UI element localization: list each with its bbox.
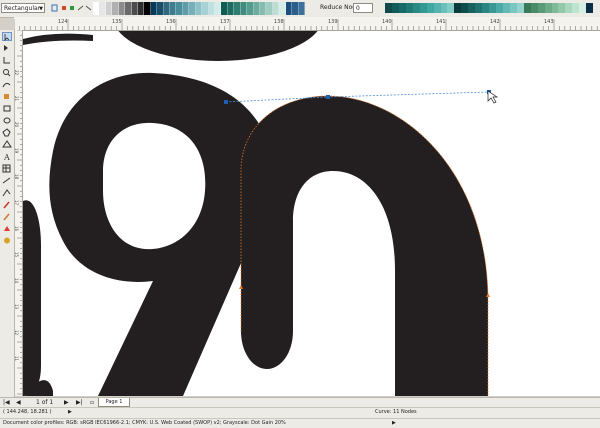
artwork[interactable] [23, 31, 600, 396]
shape-mode-select[interactable]: Rectangular ▼ [1, 3, 45, 13]
color-swatch[interactable] [502, 3, 510, 13]
rectangle-selection-icon[interactable] [50, 3, 59, 13]
color-swatch[interactable] [405, 3, 413, 13]
color-swatch[interactable] [391, 3, 399, 13]
outline-tool-icon[interactable] [2, 212, 12, 221]
ruler-tick-label: 124 [58, 19, 68, 25]
drawing-canvas[interactable] [23, 31, 600, 396]
color-swatch[interactable] [489, 3, 496, 13]
shape-tool-icon[interactable] [2, 44, 12, 53]
toolbox: A [0, 30, 15, 406]
eyedropper-tool-icon[interactable] [2, 200, 12, 209]
glyph-right-arch[interactable] [241, 96, 488, 396]
zoom-tool-icon[interactable] [2, 68, 12, 77]
connector-tool-icon[interactable] [2, 188, 12, 197]
color-swatch[interactable] [523, 3, 531, 13]
ruler-tick-label: 140 [382, 19, 392, 25]
break-curve-icon[interactable] [84, 3, 93, 13]
color-swatch[interactable] [426, 3, 434, 13]
color-swatch[interactable] [496, 3, 503, 13]
color-swatch[interactable] [454, 3, 462, 13]
property-bar: Rectangular ▼ Reduce Nodes 0 [0, 0, 600, 18]
color-palette-strip-secondary[interactable] [385, 3, 594, 13]
chevron-down-icon[interactable]: ▼ [39, 4, 43, 14]
pick-tool-icon[interactable] [2, 32, 12, 41]
color-swatch[interactable] [544, 3, 552, 13]
next-page-button[interactable]: ▶ [64, 399, 69, 406]
color-swatch[interactable] [412, 3, 420, 13]
ruler-tick-label: 141 [436, 19, 446, 25]
curve-info: Curve: 11 Nodes [375, 409, 417, 415]
ruler-tick-label: 143 [544, 19, 554, 25]
color-swatch[interactable] [475, 3, 483, 13]
color-swatch[interactable] [530, 3, 538, 13]
dimension-tool-icon[interactable] [2, 176, 12, 185]
color-swatch[interactable] [433, 3, 441, 13]
crop-tool-icon[interactable] [2, 56, 12, 65]
horizontal-ruler[interactable]: 124 135 136 137 138 139 140 141 142 143 [14, 17, 600, 31]
text-tool-icon[interactable]: A [2, 152, 12, 162]
prev-page-button[interactable]: ◀ [16, 399, 21, 406]
color-swatch[interactable] [579, 3, 587, 13]
color-swatch[interactable] [565, 3, 573, 13]
glyph-top-blob[interactable] [113, 31, 323, 61]
cursor-coordinates: ( 144.248, 18.281 ) [3, 409, 52, 415]
svg-text:A: A [3, 153, 10, 161]
shape-mode-value: Rectangular [4, 5, 41, 12]
interactive-fill-tool-icon[interactable] [2, 236, 12, 245]
page-tab[interactable]: Page 1 [98, 398, 130, 407]
color-swatch[interactable] [468, 3, 476, 13]
table-tool-icon[interactable] [2, 164, 12, 173]
color-swatch[interactable] [537, 3, 545, 13]
reduce-nodes-input[interactable]: 0 [353, 3, 373, 13]
last-page-button[interactable]: ▶| [76, 399, 83, 406]
status-bar: ( 144.248, 18.281 ) ▶ Curve: 11 Nodes [0, 407, 600, 418]
glyph-left-edge[interactable] [23, 200, 41, 396]
color-swatch[interactable] [572, 3, 580, 13]
polygon-tool-icon[interactable] [2, 128, 12, 137]
ruler-tick-label: 142 [490, 19, 500, 25]
color-swatch[interactable] [586, 3, 594, 13]
add-page-icon[interactable]: ▫ [90, 399, 94, 406]
color-swatch[interactable] [398, 3, 406, 13]
color-swatch[interactable] [447, 3, 455, 13]
color-swatch[interactable] [509, 3, 517, 13]
color-swatch[interactable] [385, 3, 392, 13]
control-point[interactable] [224, 100, 228, 104]
color-swatch[interactable] [440, 3, 448, 13]
ruler-tick-label: 136 [166, 19, 176, 25]
smart-fill-tool-icon[interactable] [2, 92, 12, 101]
basic-shapes-tool-icon[interactable] [2, 140, 12, 149]
color-swatch[interactable] [419, 3, 427, 13]
ruler-tick-label: 137 [220, 19, 230, 25]
ruler-ticks [17, 30, 22, 395]
play-icon[interactable]: ▶ [392, 420, 396, 426]
play-icon[interactable]: ▶ [68, 409, 72, 415]
first-page-button[interactable]: |◀ [3, 399, 10, 406]
color-swatch[interactable] [558, 3, 566, 13]
mouse-cursor-icon [487, 90, 499, 104]
reduce-nodes-value: 0 [356, 5, 360, 12]
ellipse-tool-icon[interactable] [2, 116, 12, 125]
color-swatch[interactable] [461, 3, 469, 13]
ruler-tick-label: 135 [112, 19, 122, 25]
vertical-ruler[interactable]: 22 21 20 19 18 17 16 15 14 13 12 11 [14, 30, 23, 396]
fill-tool-icon[interactable] [2, 224, 12, 233]
ruler-tick-label: 139 [328, 19, 338, 25]
color-swatch[interactable] [298, 2, 305, 15]
color-swatch[interactable] [551, 3, 559, 13]
document-color-profiles[interactable]: Document color profiles: RGB: sRGB IEC61… [3, 420, 286, 426]
ruler-ticks [14, 19, 598, 30]
color-swatch[interactable] [482, 3, 490, 13]
color-palette-strip[interactable] [93, 2, 305, 15]
rectangle-tool-icon[interactable] [2, 104, 12, 113]
page-count: 1 of 1 [36, 399, 54, 406]
page-navigator: |◀ ◀ 1 of 1 ▶ ▶| ▫ Page 1 [0, 397, 600, 407]
freehand-tool-icon[interactable] [2, 80, 12, 89]
glyph-top-left-stroke[interactable] [23, 33, 93, 45]
glyph-left-loop[interactable] [49, 72, 272, 396]
ruler-tick-label: 138 [274, 19, 284, 25]
curve-node[interactable] [326, 95, 330, 99]
color-swatch[interactable] [516, 3, 524, 13]
